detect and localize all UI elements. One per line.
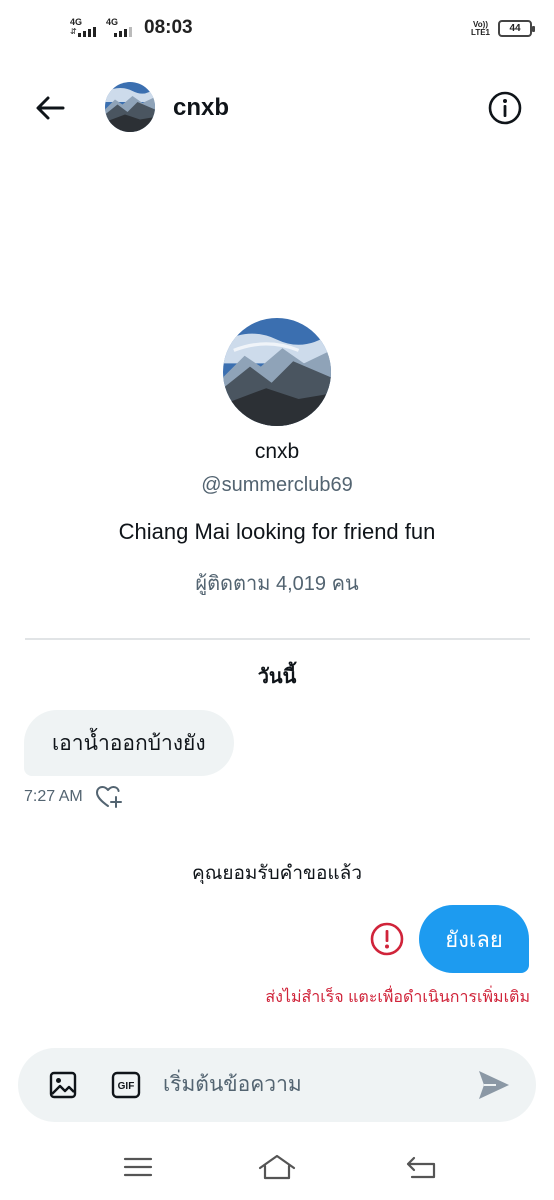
avatar-mountain-image (223, 318, 331, 426)
send-icon[interactable] (476, 1068, 512, 1102)
profile-followers: ผู้ติดตาม 4,019 คน (195, 573, 359, 595)
system-navigation-bar (0, 1140, 554, 1200)
avatar-mountain-image (105, 82, 155, 132)
sim1-network-label: 4G (70, 17, 83, 27)
data-arrows-icon: ⇵ (70, 27, 77, 36)
info-icon[interactable] (486, 89, 524, 127)
menu-icon[interactable] (118, 1152, 158, 1182)
date-separator: วันนี้ (257, 664, 297, 688)
volte-line2: LTE1 (471, 27, 490, 37)
incoming-message-bubble[interactable]: เอาน้ำออกบ้างยัง (24, 710, 234, 776)
outgoing-message-bubble[interactable]: ยังเลย (419, 905, 529, 973)
message-input[interactable] (163, 1064, 463, 1106)
gif-label: GIF (118, 1081, 135, 1092)
message-composer: GIF (18, 1048, 536, 1122)
request-accepted-note: คุณยอมรับคำขอแล้ว (191, 863, 362, 884)
battery-level: 44 (509, 23, 521, 34)
battery-icon: 44 (498, 20, 535, 37)
message-timestamp: 7:27 AM (24, 788, 83, 805)
sim2-signal-icon: 4G (104, 17, 134, 39)
incoming-message-text: เอาน้ำออกบ้างยัง (52, 731, 206, 755)
divider (25, 638, 530, 640)
sim2-network-label: 4G (106, 17, 119, 27)
gif-icon: GIF (111, 1071, 141, 1099)
arrow-left-icon (36, 96, 65, 120)
status-bar-right: Vo)) LTE1 44 (471, 20, 535, 37)
back-nav-icon[interactable] (402, 1152, 442, 1182)
profile-handle: @summerclub69 (201, 474, 353, 496)
image-icon[interactable] (48, 1070, 78, 1100)
send-failed-notice[interactable]: ส่งไม่สำเร็จ แตะเพื่อดำเนินการเพิ่มเติม (265, 985, 530, 1010)
error-icon[interactable] (369, 921, 405, 957)
status-bar: 4G ⇵ 4G 08:03 Vo)) LTE1 44 (0, 0, 554, 62)
back-button[interactable] (30, 90, 70, 126)
profile-summary: cnxb @summerclub69 Chiang Mai looking fo… (0, 318, 554, 599)
volte-icon: Vo)) LTE1 (471, 20, 490, 37)
profile-bio: Chiang Mai looking for friend fun (118, 519, 436, 544)
conversation-header: cnxb (0, 72, 554, 144)
header-avatar[interactable] (105, 82, 155, 132)
heart-plus-icon[interactable] (95, 784, 123, 810)
message-meta: 7:27 AM (24, 784, 123, 810)
outgoing-message-text: ยังเลย (445, 926, 503, 952)
clock: 08:03 (144, 17, 193, 38)
home-icon[interactable] (257, 1152, 297, 1182)
gif-button[interactable]: GIF (111, 1071, 141, 1099)
profile-avatar[interactable] (223, 318, 331, 426)
profile-name: cnxb (254, 440, 300, 463)
header-title[interactable]: cnxb (173, 94, 229, 122)
sim1-signal-icon: 4G ⇵ (68, 17, 98, 39)
status-bar-left: 4G ⇵ 4G 08:03 (68, 17, 193, 39)
